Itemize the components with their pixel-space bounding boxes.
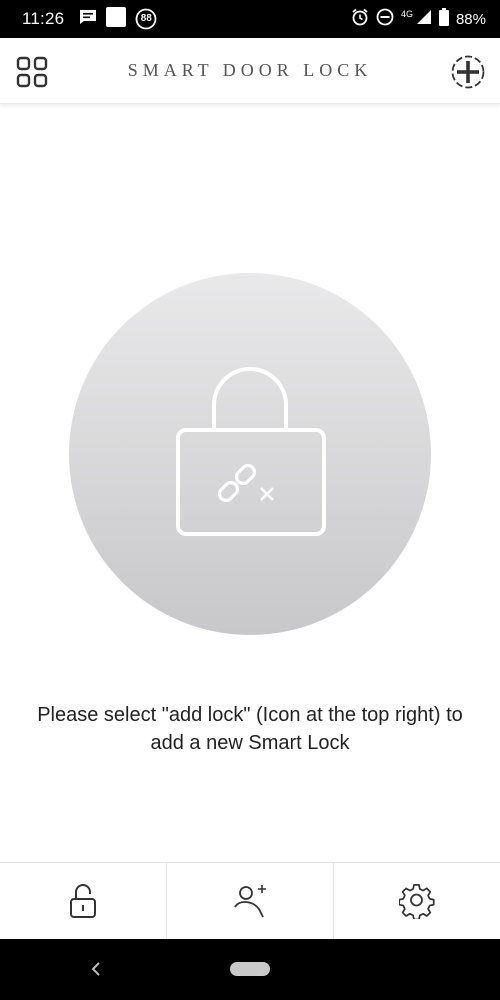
bottom-tab-bar [0,862,500,939]
settings-gear-icon [399,884,435,919]
battery-percent: 88% [455,10,486,28]
app-header: SMART DOOR LOCK [0,38,500,104]
padlock-icon [70,884,96,918]
main-content: Please select "add lock" (Icon at the to… [0,105,500,862]
add-lock-button[interactable] [450,54,486,90]
app-title: SMART DOOR LOCK [127,60,373,80]
add-lock-icon [451,55,485,89]
network-type: 4G [400,9,413,19]
add-user-icon [234,885,266,918]
status-left-icons: 88 [79,6,157,32]
do-not-disturb-icon [376,8,394,31]
grid-menu-icon [16,56,48,88]
badge-88-text: 88 [140,13,152,24]
lock-illustration [69,273,431,635]
badge-88-icon: 88 [135,8,157,30]
grid-menu-button[interactable] [14,54,50,90]
tab-settings[interactable] [333,863,500,939]
white-square-icon [106,6,127,32]
message-icon [79,9,97,30]
instruction-text: Please select "add lock" (Icon at the to… [37,704,463,754]
back-chevron-icon [91,962,100,976]
tab-lock[interactable] [0,863,166,939]
home-button[interactable] [230,962,270,976]
battery-icon [438,7,449,31]
tab-add-user[interactable] [166,863,333,939]
back-button[interactable] [86,957,106,981]
unlinked-lock-icon [176,367,326,536]
status-right-icons: 4G 88% [351,7,486,31]
alarm-icon [351,8,369,31]
status-bar: 11:26 88 4G 88% [0,0,500,38]
system-nav-bar [0,939,500,1000]
signal-icon [416,9,432,30]
status-time: 11:26 [22,9,65,28]
